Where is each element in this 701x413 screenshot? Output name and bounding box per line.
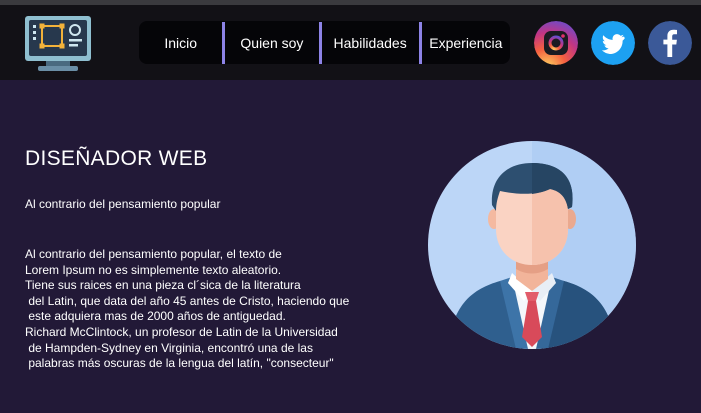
twitter-icon[interactable] <box>591 21 635 65</box>
nav-item-inicio[interactable]: Inicio <box>139 21 222 64</box>
main-nav: Inicio Quien soy Habilidades Experiencia <box>139 21 510 64</box>
nav-item-quien-soy[interactable]: Quien soy <box>225 21 318 64</box>
facebook-icon[interactable] <box>648 21 692 65</box>
paragraph-line: Al contrario del pensamiento popular, el… <box>25 247 282 261</box>
instagram-icon[interactable] <box>534 21 578 65</box>
nav-item-experiencia[interactable]: Experiencia <box>422 21 510 64</box>
paragraph-line: Tiene sus raices en una pieza cl´sica de… <box>25 278 301 293</box>
paragraph-line: del Latin, que data del año 45 antes de … <box>25 293 350 308</box>
businessman-avatar-icon <box>428 141 636 349</box>
site-header: Inicio Quien soy Habilidades Experiencia <box>0 5 701 80</box>
paragraph-line: Richard McClintock, un profesor de Latin… <box>25 324 338 339</box>
hero-subtitle: Al contrario del pensamiento popular <box>25 197 221 211</box>
monitor-design-logo-icon[interactable] <box>24 15 92 73</box>
page-title: DISEÑADOR WEB <box>25 147 208 170</box>
nav-item-habilidades[interactable]: Habilidades <box>322 21 419 64</box>
paragraph-line: este adquiera mas de 2000 años de antigu… <box>25 309 286 324</box>
paragraph-line: Lorem Ipsum no es simplemente texto alea… <box>25 262 282 277</box>
paragraph-line: palabras más oscuras de la lengua del la… <box>25 356 334 371</box>
paragraph-line: de Hampden-Sydney en Virginia, encontró … <box>25 340 313 355</box>
hero-paragraph: Al contrario del pensamiento popular, el… <box>25 247 349 372</box>
